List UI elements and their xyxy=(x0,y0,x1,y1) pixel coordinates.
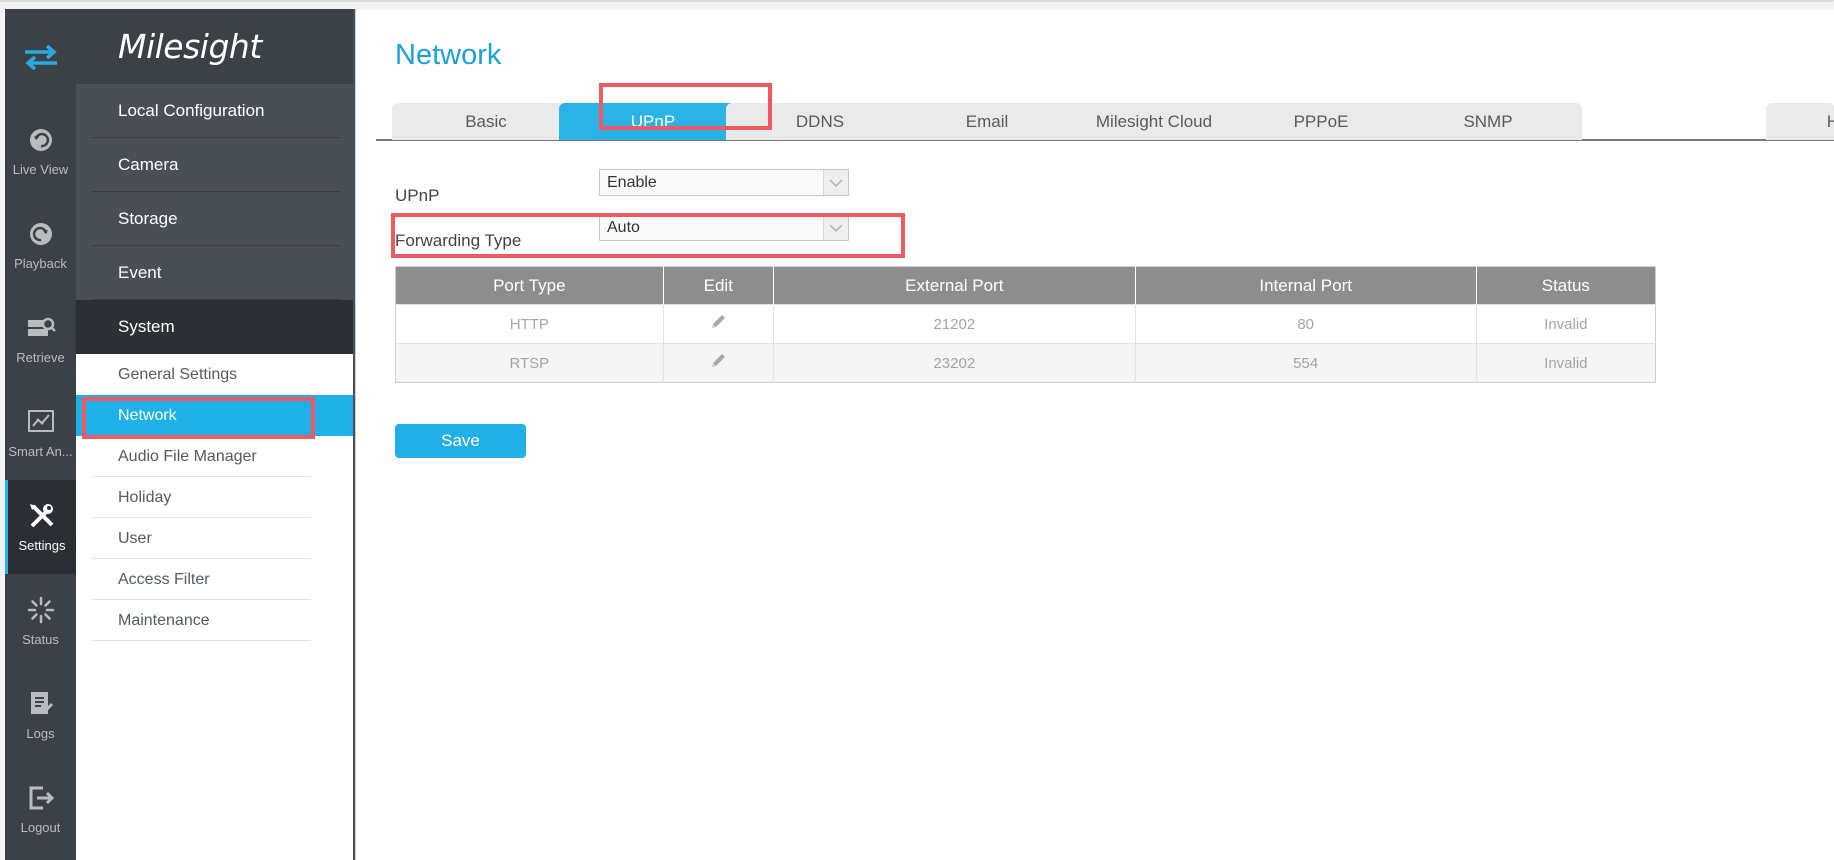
rail-label: Live View xyxy=(12,162,69,177)
network-tabs: Basic UPnP DDNS Email Milesight Cloud PP… xyxy=(376,93,1834,141)
table-row: RTSP 23202 554 Invalid xyxy=(395,343,1656,383)
milesight-logo: Milesight xyxy=(76,9,353,84)
col-port-type: Port Type xyxy=(395,266,664,305)
tab-h-partial[interactable]: H xyxy=(1766,103,1834,140)
edit-button[interactable] xyxy=(663,304,774,344)
cell-internal-port: 554 xyxy=(1135,343,1477,383)
upnp-select-value: Enable xyxy=(607,173,657,191)
settings-menu: Milesight Local Configuration Camera Sto… xyxy=(76,9,353,860)
status-icon xyxy=(26,595,56,625)
rail-label: Logout xyxy=(20,820,61,835)
chevron-down-icon xyxy=(823,170,848,195)
chevron-down-icon xyxy=(823,215,848,240)
cell-port-type: HTTP xyxy=(395,304,664,344)
tab-milesight-cloud[interactable]: Milesight Cloud xyxy=(1060,103,1248,140)
swap-arrows-icon xyxy=(24,44,57,70)
rail-label: Status xyxy=(22,632,59,647)
rail-label: Settings xyxy=(18,538,66,553)
submenu-user[interactable]: User xyxy=(76,518,353,559)
port-mapping-table: Port Type Edit External Port Internal Po… xyxy=(395,266,1656,383)
save-button[interactable]: Save xyxy=(395,424,526,458)
rail-logs[interactable]: Logs xyxy=(5,668,76,762)
tab-ddns[interactable]: DDNS xyxy=(726,103,914,140)
cell-status: Invalid xyxy=(1476,304,1656,344)
rail-playback[interactable]: Playback xyxy=(5,198,76,292)
tab-pppoe[interactable]: PPPoE xyxy=(1227,103,1415,140)
col-internal-port: Internal Port xyxy=(1135,266,1477,305)
browser-edge xyxy=(0,0,1834,8)
menu-categories: Local Configuration Camera Storage Event… xyxy=(76,84,353,354)
page-title: Network xyxy=(395,39,502,71)
toggle-menu-button[interactable] xyxy=(5,9,76,104)
tab-upnp[interactable]: UPnP xyxy=(559,103,747,140)
menu-storage[interactable]: Storage xyxy=(76,192,353,246)
rail-label: Retrieve xyxy=(16,350,65,365)
upnp-select[interactable]: Enable xyxy=(599,169,849,196)
forwarding-type-select[interactable]: Auto xyxy=(599,214,849,241)
tab-basic[interactable]: Basic xyxy=(392,103,580,140)
rail-live-view[interactable]: Live View xyxy=(5,104,76,198)
menu-system[interactable]: System xyxy=(76,300,353,354)
submenu-audio-file-manager[interactable]: Audio File Manager xyxy=(76,436,353,477)
submenu-access-filter[interactable]: Access Filter xyxy=(76,559,353,600)
pencil-icon xyxy=(712,315,726,328)
menu-local-configuration[interactable]: Local Configuration xyxy=(76,84,353,138)
playback-icon xyxy=(26,219,56,249)
logs-icon xyxy=(26,689,56,719)
rail-retrieve[interactable]: Retrieve xyxy=(5,292,76,386)
icon-rail: Live View Playback Retrieve Smart An... … xyxy=(5,9,76,860)
main-content: Network Basic UPnP DDNS Email Milesight … xyxy=(355,9,1834,860)
cell-status: Invalid xyxy=(1476,343,1656,383)
tab-email[interactable]: Email xyxy=(893,103,1081,140)
tab-snmp[interactable]: SNMP xyxy=(1394,103,1582,140)
rail-smart-analytics[interactable]: Smart An... xyxy=(5,386,76,480)
tab-h-label: H xyxy=(1826,111,1834,131)
settings-icon xyxy=(27,501,57,531)
live-view-icon xyxy=(26,125,56,155)
upnp-label: UPnP xyxy=(395,186,440,205)
rail-status[interactable]: Status xyxy=(5,574,76,668)
menu-event[interactable]: Event xyxy=(76,246,353,300)
submenu-general-settings[interactable]: General Settings xyxy=(76,354,353,395)
cell-internal-port: 80 xyxy=(1135,304,1477,344)
cell-port-type: RTSP xyxy=(395,343,664,383)
system-submenu: General Settings Network Audio File Mana… xyxy=(76,354,353,641)
table-row: HTTP 21202 80 Invalid xyxy=(395,304,1656,344)
col-edit: Edit xyxy=(663,266,774,305)
smart-analytics-icon xyxy=(26,407,56,437)
col-status: Status xyxy=(1476,266,1656,305)
submenu-network[interactable]: Network xyxy=(76,395,353,436)
edit-button[interactable] xyxy=(663,343,774,383)
retrieve-icon xyxy=(26,313,56,343)
rail-label: Playback xyxy=(14,256,67,271)
col-external-port: External Port xyxy=(773,266,1136,305)
rail-settings[interactable]: Settings xyxy=(5,480,76,574)
submenu-holiday[interactable]: Holiday xyxy=(76,477,353,518)
cell-external-port: 21202 xyxy=(773,304,1136,344)
rail-label: Smart An... xyxy=(8,444,73,459)
cell-external-port: 23202 xyxy=(773,343,1136,383)
menu-camera[interactable]: Camera xyxy=(76,138,353,192)
table-header-row: Port Type Edit External Port Internal Po… xyxy=(395,266,1656,305)
logout-icon xyxy=(26,783,56,813)
rail-label: Logs xyxy=(26,726,55,741)
forwarding-type-label: Forwarding Type xyxy=(395,231,522,250)
rail-logout[interactable]: Logout xyxy=(5,762,76,856)
submenu-maintenance[interactable]: Maintenance xyxy=(76,600,353,641)
pencil-icon xyxy=(712,354,726,367)
forwarding-type-value: Auto xyxy=(607,218,640,236)
